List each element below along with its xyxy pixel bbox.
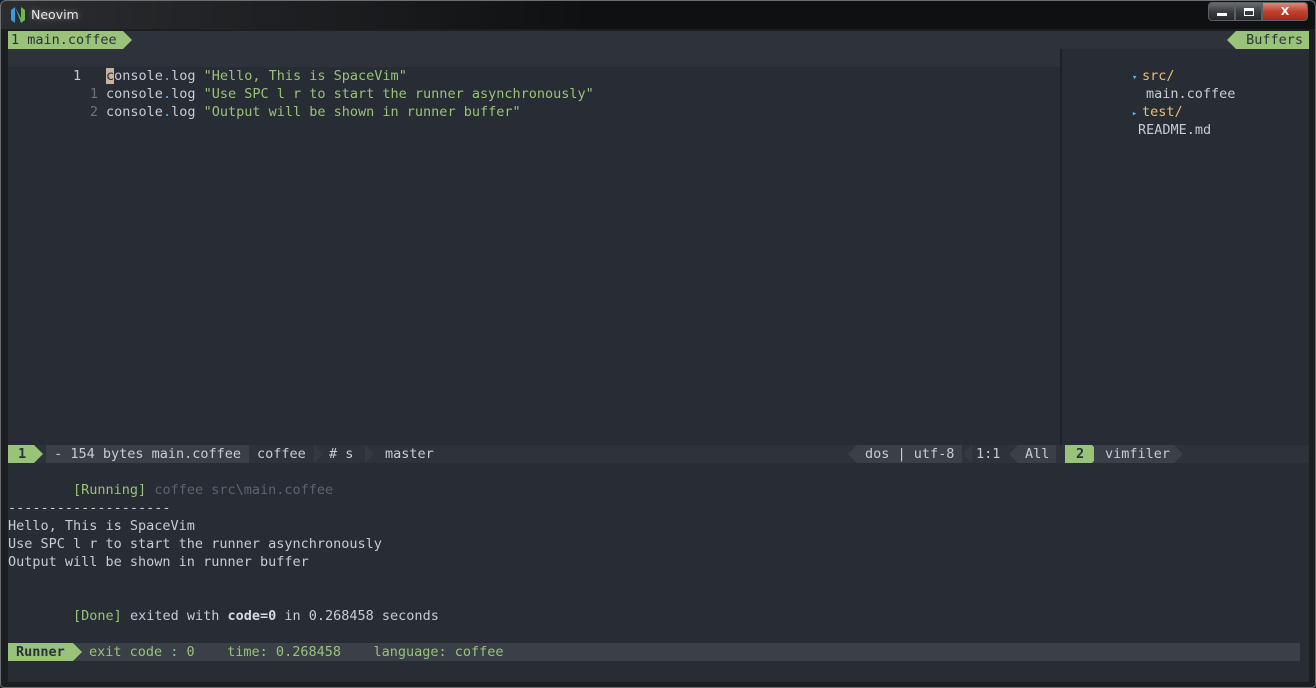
- runner-separator: --------------------: [8, 500, 171, 516]
- runner-label: Runner: [8, 643, 82, 661]
- tabline: 1 main.coffee Buffers: [8, 31, 1309, 49]
- separator-arrow-icon: [848, 445, 857, 463]
- vimfiler-tree: ▾ src/ main.coffee ▸ test/ README.md: [1062, 49, 1309, 445]
- done-text: exited with: [121, 608, 228, 624]
- separator-arrow-icon: [1174, 445, 1183, 463]
- neovim-logo-icon: [11, 7, 25, 23]
- minimize-icon: [1216, 13, 1227, 16]
- right-filetype: vimfiler: [1094, 445, 1175, 463]
- cursor-position: 1:1: [976, 446, 1001, 462]
- buffers-label: Buffers: [1227, 31, 1309, 49]
- separator-arrow-icon: [241, 445, 250, 463]
- separator-arrow-icon: [365, 445, 374, 463]
- scroll-percent: All: [1018, 445, 1057, 463]
- editor-pane[interactable]: 1 console.log "Hello, This is SpaceVim" 1…: [8, 49, 1060, 445]
- done-time: in 0.268458 seconds: [276, 608, 439, 624]
- maximize-button[interactable]: [1235, 2, 1262, 21]
- file-info: - 154 bytes main.coffee: [46, 445, 250, 463]
- runner-done-line: [Done] exited with code=0 in 0.268458 se…: [8, 589, 439, 624]
- runner-output-line: Use SPC l r to start the runner asynchro…: [8, 536, 382, 552]
- git-branch: master: [385, 446, 434, 462]
- separator-arrow-icon: [963, 445, 972, 463]
- separator-arrow-icon: [314, 445, 323, 463]
- runner-command-line: [Running] coffee src\main.coffee: [8, 463, 333, 498]
- tree-item-src[interactable]: ▾ src/: [1062, 49, 1175, 84]
- runner-command: coffee src\main.coffee: [146, 482, 334, 498]
- code-line[interactable]: 1 console.log "Use SPC l r to start the r…: [8, 67, 594, 102]
- statusline: 1 - 154 bytes main.coffee coffee # s mas…: [8, 445, 1309, 463]
- title-bar[interactable]: Neovim X: [1, 1, 1315, 29]
- line-number: 2: [89, 104, 99, 120]
- code-line[interactable]: 1 console.log "Hello, This is SpaceVim": [8, 49, 1060, 84]
- neovim-client-area: 1 main.coffee Buffers 1 console.log "Hell…: [8, 31, 1309, 682]
- runner-info: exit code : 0 time: 0.268458 language: c…: [89, 644, 504, 660]
- separator-arrow-icon: [1009, 445, 1018, 463]
- code-function: log: [171, 104, 196, 120]
- syntax-segment: # s: [329, 446, 354, 462]
- tree-item-test[interactable]: ▸ test/: [1062, 85, 1183, 120]
- running-tag: [Running]: [73, 482, 147, 498]
- runner-output-line: Output will be shown in runner buffer: [8, 554, 309, 570]
- window-controls: X: [1208, 2, 1308, 21]
- filetype-segment: coffee: [257, 446, 306, 462]
- fileformat-encoding: dos | utf-8: [857, 445, 963, 463]
- code-string: "Output will be shown in runner buffer": [203, 104, 521, 120]
- right-window-number-badge: 2: [1065, 445, 1102, 463]
- close-icon: X: [1280, 5, 1290, 18]
- close-button[interactable]: X: [1262, 2, 1308, 21]
- runner-output-line: Hello, This is SpaceVim: [8, 518, 195, 534]
- runner-statusline: Runner exit code : 0 time: 0.268458 lang…: [8, 643, 1300, 661]
- neovim-window: Neovim X 1 main.coffee Buffers 1 console.…: [0, 0, 1316, 688]
- code-identifier: console: [106, 104, 163, 120]
- file-name: README.md: [1138, 122, 1212, 138]
- done-tag: [Done]: [73, 608, 122, 624]
- code-line[interactable]: 2 console.log "Output will be shown in ru…: [8, 85, 521, 120]
- runner-buffer[interactable]: [Running] coffee src\main.coffee -------…: [8, 463, 1309, 643]
- maximize-icon: [1243, 7, 1254, 16]
- window-number-badge: 1: [8, 445, 44, 463]
- tree-item-main-coffee[interactable]: main.coffee: [1081, 67, 1235, 102]
- minimize-button[interactable]: [1208, 2, 1235, 21]
- tab-main-coffee[interactable]: 1 main.coffee: [8, 31, 132, 49]
- tree-item-readme[interactable]: README.md: [1073, 103, 1211, 138]
- window-title: Neovim: [31, 7, 79, 22]
- code-dot: .: [162, 104, 172, 120]
- exit-code: code=0: [227, 608, 277, 624]
